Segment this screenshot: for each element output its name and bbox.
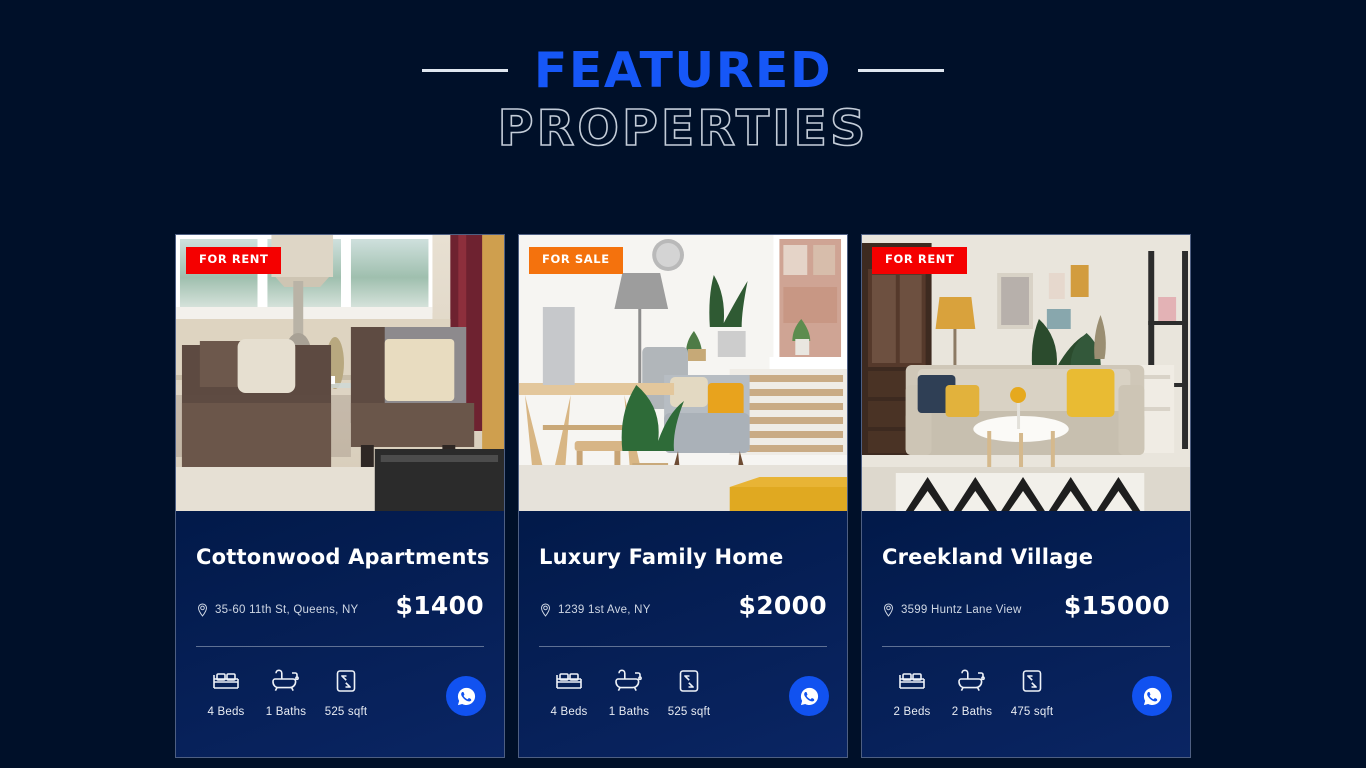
property-address: 35-60 11th St, Queens, NY (196, 603, 358, 620)
card-divider (882, 646, 1170, 647)
property-price: $1400 (395, 591, 484, 620)
property-card-body: Creekland Village 3599 Huntz Lane View $… (862, 511, 1190, 757)
spec-beds: 4 Beds (196, 669, 256, 718)
status-badge: FOR RENT (186, 247, 282, 274)
bath-icon (958, 669, 985, 691)
area-icon (1022, 670, 1042, 692)
spec-label: 2 Baths (951, 706, 993, 718)
address-text: 35-60 11th St, Queens, NY (215, 604, 359, 616)
property-card[interactable]: FOR RENT Creekland Village 3599 Huntz La… (861, 234, 1191, 758)
bed-icon (556, 673, 582, 689)
whatsapp-icon (1143, 687, 1161, 705)
property-title: Luxury Family Home (539, 545, 784, 569)
location-pin-icon (540, 603, 551, 617)
spec-beds: 4 Beds (539, 669, 599, 718)
property-photo: FOR SALE (519, 235, 847, 511)
spec-label: 4 Beds (207, 706, 245, 718)
spec-label: 4 Beds (550, 706, 588, 718)
bath-icon (615, 669, 642, 691)
spec-label: 475 sqft (1010, 706, 1054, 718)
area-icon (336, 670, 356, 692)
property-card[interactable]: FOR SALE Luxury Family Home 1239 1st Ave… (518, 234, 848, 758)
title-rule-left (421, 68, 508, 72)
property-specs: 4 Beds 1 Baths 525 sqft (539, 669, 829, 757)
status-badge: FOR RENT (872, 247, 968, 274)
bed-icon (899, 673, 925, 689)
address-text: 3599 Huntz Lane View (901, 604, 1022, 616)
property-specs: 4 Beds 1 Baths 525 sqft (196, 669, 486, 757)
location-pin-icon (883, 603, 894, 617)
address-price-row: 1239 1st Ave, NY $2000 (539, 591, 827, 620)
card-divider (539, 646, 827, 647)
property-card-list: FOR RENT Cottonwood Apartments 35-60 11t… (0, 234, 1366, 758)
property-address: 3599 Huntz Lane View (882, 603, 1022, 620)
whatsapp-icon (457, 687, 475, 705)
spec-area: 525 sqft (659, 669, 719, 718)
card-divider (196, 646, 484, 647)
property-title: Cottonwood Apartments (196, 545, 490, 569)
property-price: $2000 (738, 591, 827, 620)
page-header: FEATURED PROPERTIES (0, 0, 1366, 157)
address-price-row: 35-60 11th St, Queens, NY $1400 (196, 591, 484, 620)
spec-beds: 2 Beds (882, 669, 942, 718)
title-rule-right (858, 68, 945, 72)
spec-baths: 1 Baths (256, 669, 316, 718)
whatsapp-icon (800, 687, 818, 705)
spec-label: 1 Baths (608, 706, 650, 718)
property-photo: FOR RENT (176, 235, 504, 511)
address-price-row: 3599 Huntz Lane View $15000 (882, 591, 1170, 620)
whatsapp-contact-button[interactable] (446, 676, 486, 716)
spec-label: 2 Beds (893, 706, 931, 718)
spec-area: 525 sqft (316, 669, 376, 718)
area-icon (679, 670, 699, 692)
status-badge: FOR SALE (529, 247, 623, 274)
property-specs: 2 Beds 2 Baths 475 sqft (882, 669, 1172, 757)
property-photo: FOR RENT (862, 235, 1190, 511)
spec-label: 1 Baths (265, 706, 307, 718)
property-card[interactable]: FOR RENT Cottonwood Apartments 35-60 11t… (175, 234, 505, 758)
page-title-properties: PROPERTIES (497, 100, 869, 157)
spec-baths: 1 Baths (599, 669, 659, 718)
page-title-featured: FEATURED (533, 41, 833, 99)
bed-icon (213, 673, 239, 689)
spec-label: 525 sqft (667, 706, 711, 718)
bath-icon (272, 669, 299, 691)
property-title: Creekland Village (882, 545, 1094, 569)
spec-baths: 2 Baths (942, 669, 1002, 718)
property-card-body: Luxury Family Home 1239 1st Ave, NY $200… (519, 511, 847, 757)
spec-label: 525 sqft (324, 706, 368, 718)
property-card-body: Cottonwood Apartments 35-60 11th St, Que… (176, 511, 504, 757)
whatsapp-contact-button[interactable] (1132, 676, 1172, 716)
whatsapp-contact-button[interactable] (789, 676, 829, 716)
property-address: 1239 1st Ave, NY (539, 603, 651, 620)
property-price: $15000 (1063, 591, 1170, 620)
spec-area: 475 sqft (1002, 669, 1062, 718)
address-text: 1239 1st Ave, NY (558, 604, 651, 616)
location-pin-icon (197, 603, 208, 617)
title-row: FEATURED (0, 42, 1366, 98)
